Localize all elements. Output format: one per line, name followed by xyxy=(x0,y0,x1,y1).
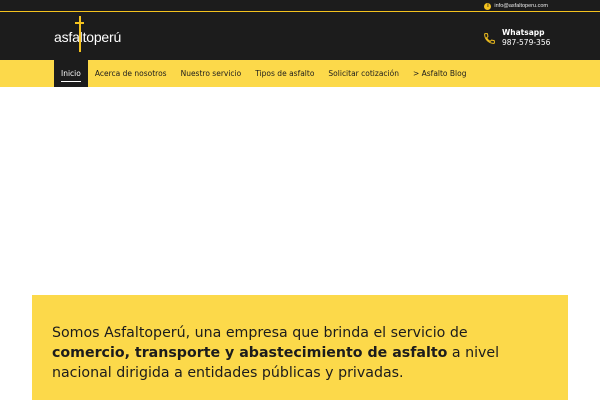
nav-item-servicio[interactable]: Nuestro servicio xyxy=(174,60,249,87)
contact-label: Whatsapp xyxy=(502,28,545,37)
logo-text: asfaltoperú xyxy=(54,29,122,45)
nav-item-inicio[interactable]: Inicio xyxy=(54,60,88,87)
nav-item-cotizacion[interactable]: Solicitar cotización xyxy=(321,60,406,87)
info-icon: i xyxy=(484,2,492,10)
email-link[interactable]: i info@asfaltoperu.com xyxy=(484,2,548,10)
top-bar: i info@asfaltoperu.com xyxy=(0,0,600,12)
contact-number: 987-579-356 xyxy=(502,38,551,47)
nav-item-blog[interactable]: > Asfalto Blog xyxy=(406,60,474,87)
phone-icon xyxy=(483,32,496,45)
nav-item-acerca[interactable]: Acerca de nosotros xyxy=(88,60,174,87)
intro-text-part1: Somos Asfaltoperú, una empresa que brind… xyxy=(52,325,468,341)
whatsapp-contact[interactable]: Whatsapp 987-579-356 xyxy=(483,28,550,48)
main-nav: Inicio Acerca de nosotros Nuestro servic… xyxy=(0,60,600,87)
intro-text: Somos Asfaltoperú, una empresa que brind… xyxy=(52,323,548,383)
site-logo[interactable]: asfaltoperú xyxy=(54,16,122,52)
email-text: info@asfaltoperu.com xyxy=(494,3,548,9)
hero-area xyxy=(0,87,600,295)
logo-mark-icon xyxy=(76,16,83,52)
nav-item-tipos[interactable]: Tipos de asfalto xyxy=(248,60,321,87)
site-header: asfaltoperú Whatsapp 987-579-356 xyxy=(0,12,600,60)
intro-text-bold: comercio, transporte y abastecimiento de… xyxy=(52,345,448,361)
intro-box: Somos Asfaltoperú, una empresa que brind… xyxy=(32,295,568,400)
